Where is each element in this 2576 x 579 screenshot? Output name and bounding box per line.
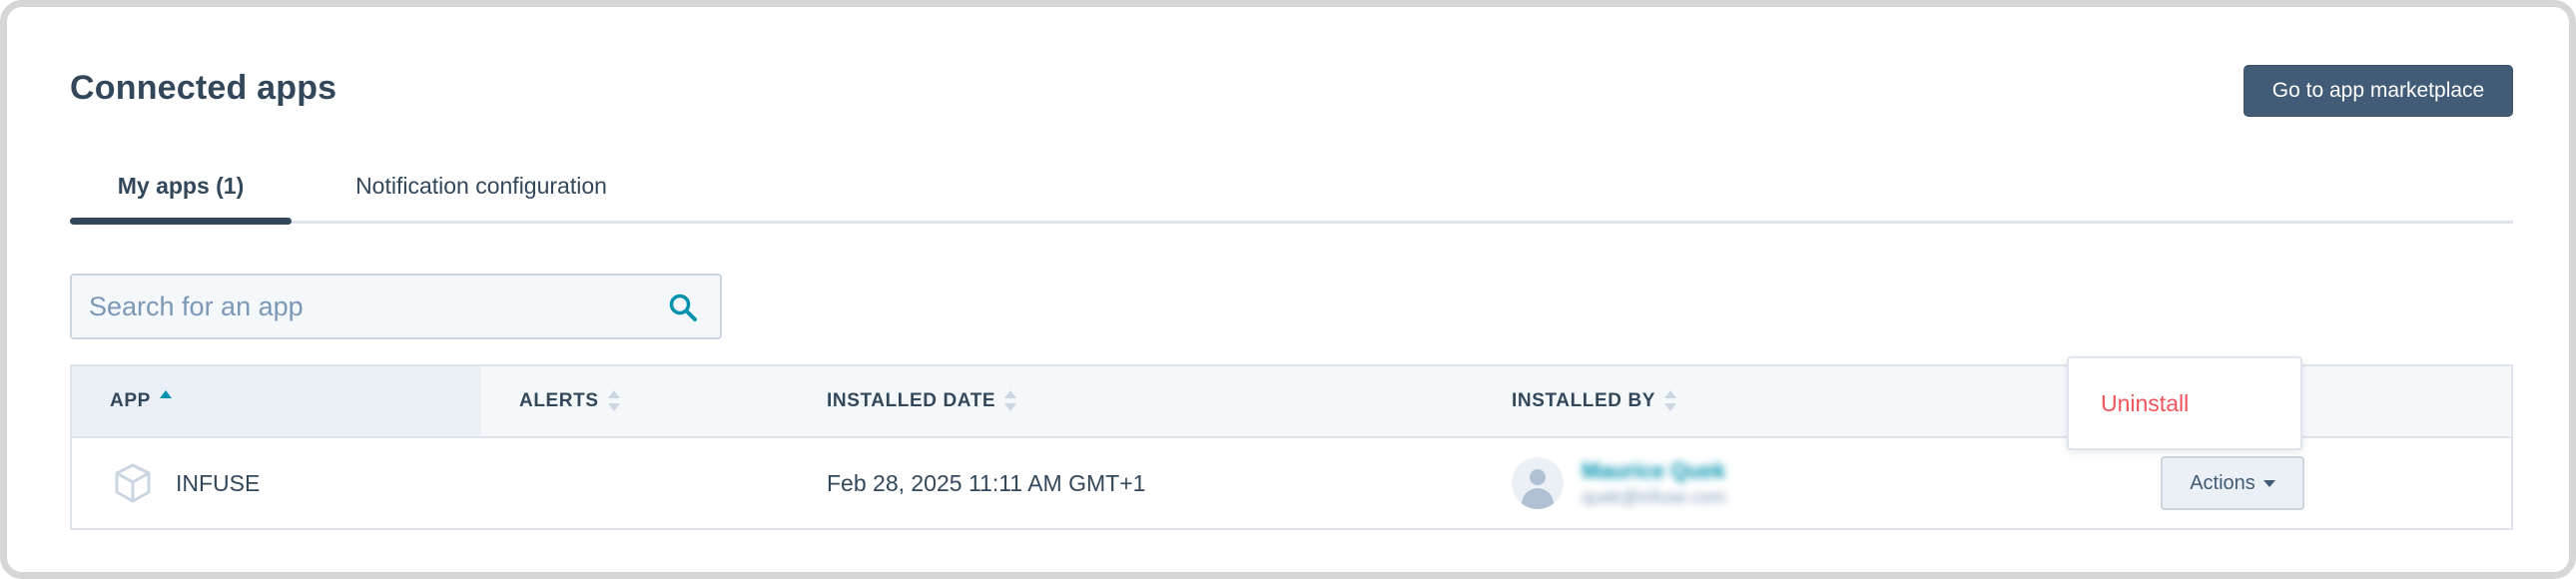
cube-icon [115, 463, 151, 503]
table-row: INFUSE Feb 28, 2025 11:11 AM GMT+1 Mauri… [72, 438, 2511, 528]
tab-bar: My apps (1) Notification configuration [70, 147, 2513, 227]
actions-dropdown-menu: Uninstall [2067, 356, 2302, 450]
uninstall-menu-item[interactable]: Uninstall [2069, 358, 2300, 448]
app-name: INFUSE [176, 469, 261, 496]
installed-by-cell: Maurice Quek quek@infuse.com [1512, 438, 1725, 528]
sort-icon [1664, 390, 1677, 412]
column-header-label: INSTALLED BY [1512, 390, 1656, 411]
search-icon[interactable] [668, 292, 698, 322]
tab-label: Notification configuration [355, 172, 607, 199]
app-panel: Connected apps Go to app marketplace My … [0, 0, 2576, 579]
installed-date-cell: Feb 28, 2025 11:11 AM GMT+1 [827, 438, 1145, 528]
column-header-installed-by[interactable]: INSTALLED BY [1512, 366, 1677, 436]
actions-label: Actions [2190, 471, 2255, 494]
sort-icon [607, 390, 620, 412]
tab-my-apps[interactable]: My apps (1) [70, 147, 292, 225]
avatar [1512, 457, 1564, 509]
column-header-label: APP [110, 390, 151, 411]
caret-down-icon [2262, 479, 2275, 487]
active-tab-indicator [70, 218, 292, 225]
sort-ascending-icon [159, 390, 172, 412]
page-title: Connected apps [70, 69, 337, 107]
tab-notification-configuration[interactable]: Notification configuration [331, 147, 631, 225]
sort-icon [1004, 390, 1017, 412]
column-header-label: ALERTS [519, 390, 599, 411]
app-cell: INFUSE [112, 438, 260, 528]
installed-by-email: quek@infuse.com [1582, 487, 1726, 507]
actions-button[interactable]: Actions [2161, 456, 2304, 510]
search-box [70, 274, 722, 339]
column-header-app[interactable]: APP [110, 366, 172, 436]
installed-by-name[interactable]: Maurice Quek [1582, 457, 1725, 485]
column-header-label: INSTALLED DATE [827, 390, 996, 411]
search-input[interactable] [72, 276, 631, 337]
go-to-marketplace-button[interactable]: Go to app marketplace [2244, 65, 2513, 117]
tab-label: My apps (1) [117, 172, 245, 199]
installed-date-value: Feb 28, 2025 11:11 AM GMT+1 [827, 469, 1146, 496]
column-header-installed-date[interactable]: INSTALLED DATE [827, 366, 1017, 436]
column-header-alerts[interactable]: ALERTS [519, 366, 620, 436]
